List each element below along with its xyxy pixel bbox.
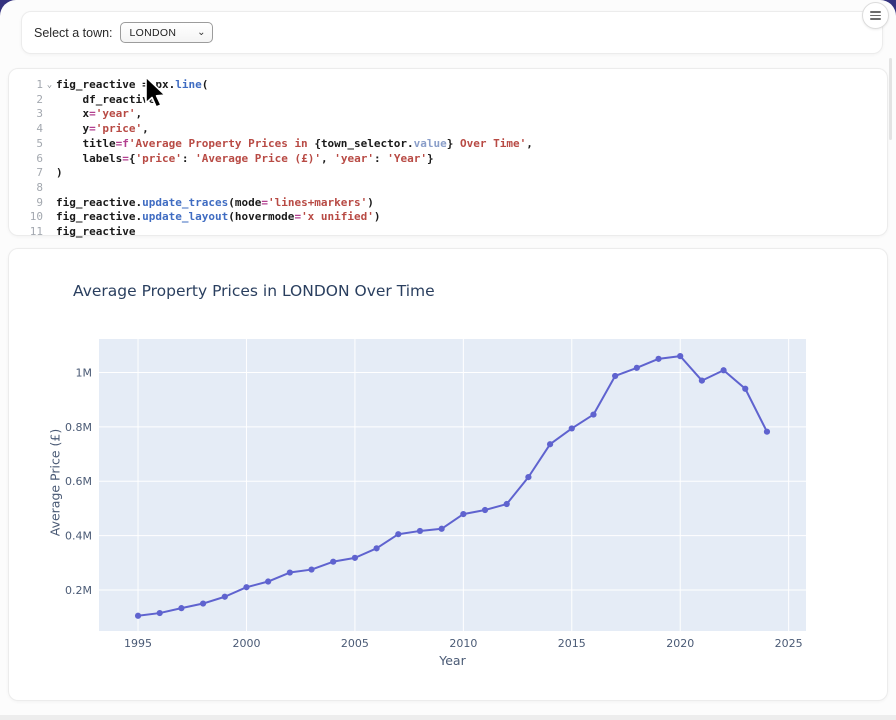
- svg-text:2020: 2020: [666, 637, 694, 650]
- svg-text:1995: 1995: [124, 637, 152, 650]
- svg-text:0.4M: 0.4M: [65, 530, 92, 543]
- notebook-menu-button[interactable]: [862, 2, 889, 29]
- svg-text:1M: 1M: [76, 366, 93, 379]
- svg-text:0.6M: 0.6M: [65, 475, 92, 488]
- chart-canvas[interactable]: 1995 2000 2005 2010 2015 2020 2025 0.2M 0.4M 0.6M…: [9, 249, 887, 700]
- x-axis-title: Year: [99, 653, 806, 668]
- selector-cell: Select a town: LONDON ⌄: [21, 11, 883, 54]
- svg-text:2015: 2015: [558, 637, 586, 650]
- notebook-page: Select a town: LONDON ⌄ 1⌄fig_reactive =…: [0, 0, 896, 720]
- code-lines: 1⌄fig_reactive = px.line(2 df_reactive,3…: [9, 69, 887, 240]
- svg-text:0.2M: 0.2M: [65, 584, 92, 597]
- hamburger-icon: [870, 9, 881, 22]
- app-window: Select a town: LONDON ⌄ 1⌄fig_reactive =…: [0, 0, 896, 720]
- chevron-down-icon: ⌄: [197, 27, 205, 38]
- svg-text:2005: 2005: [341, 637, 369, 650]
- town-dropdown[interactable]: LONDON ⌄: [120, 22, 213, 43]
- bottom-edge-strip: [0, 715, 896, 720]
- town-selector-label: Select a town:: [34, 26, 113, 40]
- svg-text:2010: 2010: [449, 637, 477, 650]
- mouse-cursor-icon: [144, 76, 170, 112]
- svg-text:2025: 2025: [775, 637, 803, 650]
- chart-output-cell: Average Property Prices in LONDON Over T…: [8, 248, 888, 701]
- town-dropdown-value: LONDON: [130, 27, 177, 39]
- svg-text:0.8M: 0.8M: [65, 421, 92, 434]
- y-axis-title: Average Price (£): [48, 393, 63, 573]
- svg-text:2000: 2000: [232, 637, 260, 650]
- scrollbar[interactable]: [889, 58, 892, 140]
- code-editor-cell[interactable]: 1⌄fig_reactive = px.line(2 df_reactive,3…: [8, 68, 888, 236]
